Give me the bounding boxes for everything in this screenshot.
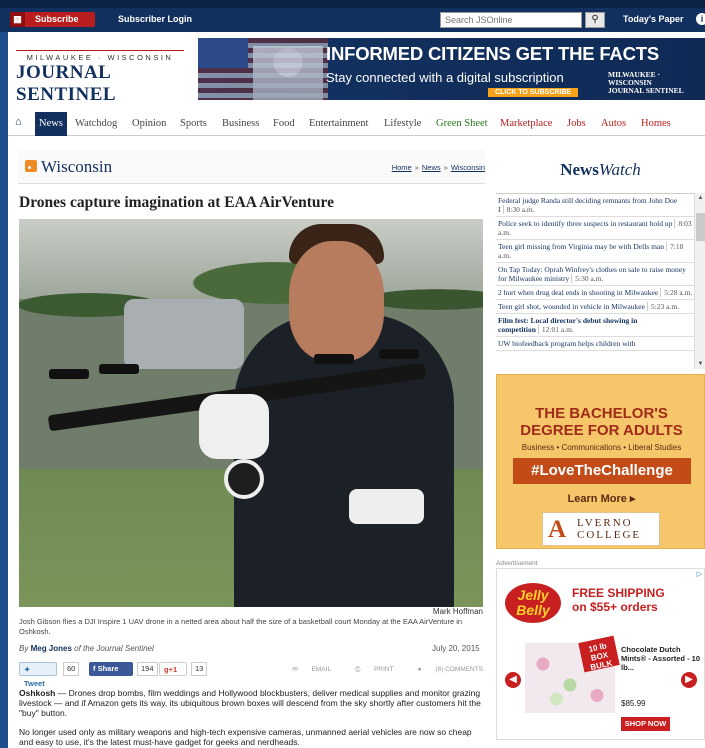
- newswatch-item[interactable]: Federal judge Randa still deciding remna…: [496, 194, 694, 217]
- scroll-thumb[interactable]: [696, 213, 705, 241]
- advertisement-label: Advertisement: [496, 560, 538, 567]
- newswatch-item[interactable]: Teen girl missing from Virginia may be w…: [496, 240, 694, 263]
- nav-news[interactable]: News: [35, 112, 67, 136]
- nav-entertainment[interactable]: Entertainment: [309, 112, 368, 136]
- scroll-down-icon[interactable]: ▼: [695, 361, 705, 367]
- learn-more-link[interactable]: Learn More ▸: [497, 492, 705, 505]
- alverno-logo: A LVERNO COLLEGE: [542, 512, 660, 546]
- carousel-prev-icon[interactable]: ◀: [505, 672, 521, 688]
- search-button[interactable]: ⚲: [585, 12, 605, 28]
- article-date: July 20, 2015: [432, 644, 480, 653]
- article-paragraph: No longer used only as military weapons …: [19, 727, 472, 747]
- nav-autos[interactable]: Autos: [601, 112, 626, 136]
- home-icon[interactable]: ⌂: [15, 116, 22, 128]
- shop-now-button[interactable]: SHOP NOW: [621, 717, 670, 731]
- newswatch-item[interactable]: 2 hurt when drug deal ends in shooting i…: [496, 286, 694, 300]
- todays-paper-link[interactable]: Today's Paper: [623, 14, 684, 24]
- nav-green-sheet[interactable]: Green Sheet: [436, 112, 488, 136]
- email-link[interactable]: ✉ EMAIL: [280, 666, 331, 673]
- article-paragraph: Oshkosh — Drones drop bombs, film weddin…: [19, 688, 481, 718]
- article-photo[interactable]: [19, 219, 483, 607]
- article-headline: Drones capture imagination at EAA AirVen…: [19, 194, 335, 211]
- newswatch-item[interactable]: Film fest: Local director's debut showin…: [496, 314, 694, 337]
- banner-cta-button[interactable]: CLICK TO SUBSCRIBE: [488, 88, 579, 97]
- jelly-belly-ad[interactable]: ▷ Jelly Belly FREE SHIPPING on $55+ order…: [496, 568, 705, 740]
- facebook-share-button[interactable]: f Share: [89, 662, 133, 676]
- carousel-next-icon[interactable]: ▶: [681, 672, 697, 688]
- facebook-icon: f: [93, 664, 96, 673]
- share-bar: ✦ Tweet 60 f Share 194 g+1 13 ✉ EMAIL ⎙ P…: [19, 662, 483, 688]
- page-content: MILWAUKEE · WISCONSIN JOURNAL SENTINEL I…: [8, 32, 705, 748]
- nav-marketplace[interactable]: Marketplace: [500, 112, 552, 136]
- article-tools: ✉ EMAIL ⎙ PRINT ● (8) COMMENTS: [268, 665, 483, 674]
- subscriber-login-link[interactable]: Subscriber Login: [118, 14, 192, 24]
- breadcrumb-wisconsin[interactable]: Wisconsin: [451, 163, 485, 172]
- newswatch-item[interactable]: On Tap Today: Oprah Winfrey's clothes on…: [496, 263, 694, 286]
- comment-icon: ●: [417, 666, 422, 673]
- site-logo[interactable]: MILWAUKEE · WISCONSIN JOURNAL SENTINEL: [16, 50, 196, 106]
- email-icon: ✉: [292, 666, 298, 673]
- nav-watchdog[interactable]: Watchdog: [75, 112, 117, 136]
- breadcrumb: Home» News» Wisconsin: [391, 163, 485, 172]
- calendar-icon: ▦: [10, 12, 25, 27]
- breadcrumb-home[interactable]: Home: [392, 163, 412, 172]
- section-title: Wisconsin: [41, 157, 113, 176]
- subscription-banner-ad[interactable]: INFORMED CITIZENS GET THE FACTS Stay con…: [198, 38, 705, 100]
- product-price: $85.99: [621, 699, 646, 708]
- nav-jobs[interactable]: Jobs: [567, 112, 586, 136]
- facebook-count: 194: [137, 662, 158, 676]
- search-icon: ⚲: [591, 14, 599, 25]
- newswatch-item[interactable]: UW biofeedback program helps children wi…: [496, 337, 694, 351]
- nav-food[interactable]: Food: [273, 112, 295, 136]
- capitol-graphic: [253, 46, 323, 100]
- main-nav: ⌂ News Watchdog Opinion Sports Business …: [8, 112, 705, 136]
- tweet-count: 60: [63, 662, 80, 676]
- nav-opinion[interactable]: Opinion: [132, 112, 166, 136]
- banner-mini-logo: MILWAUKEE · WISCONSIN JOURNAL SENTINEL: [608, 70, 684, 95]
- nav-homes[interactable]: Homes: [641, 112, 671, 136]
- product-name: Chocolate Dutch Mints® - Assorted - 10 l…: [621, 645, 701, 672]
- newswatch-scrollbar[interactable]: ▲ ▼: [694, 193, 705, 369]
- gplus-count: 13: [191, 662, 208, 676]
- search-input[interactable]: [440, 12, 582, 28]
- photo-credit: Mark Hoffman: [432, 607, 483, 616]
- author-link[interactable]: Meg Jones: [31, 644, 72, 653]
- byline: By Meg Jones of the Journal Sentinel: [19, 644, 154, 653]
- photo-caption: Josh Gibson flies a DJI Inspire 1 UAV dr…: [19, 617, 463, 636]
- gplus-button[interactable]: g+1: [159, 662, 187, 676]
- subscribe-button[interactable]: ▦ Subscribe: [10, 12, 95, 27]
- nav-business[interactable]: Business: [222, 112, 259, 136]
- nav-lifestyle[interactable]: Lifestyle: [384, 112, 421, 136]
- info-icon[interactable]: i: [696, 13, 705, 25]
- newswatch-item[interactable]: Police seek to identify three suspects i…: [496, 217, 694, 240]
- print-icon: ⎙: [355, 666, 361, 673]
- newswatch-list: Federal judge Randa still deciding remna…: [496, 193, 694, 369]
- adchoices-icon[interactable]: ▷: [697, 570, 702, 578]
- nav-sports[interactable]: Sports: [180, 112, 207, 136]
- jelly-belly-logo: Jelly Belly: [505, 583, 561, 623]
- print-link[interactable]: ⎙ PRINT: [343, 666, 394, 673]
- scroll-up-icon[interactable]: ▲: [695, 195, 705, 201]
- twitter-icon: ✦: [24, 665, 31, 674]
- tweet-button[interactable]: ✦ Tweet: [19, 662, 57, 688]
- top-bar: ▦Subscribe Subscriber Login ⚲ Today's Pa…: [0, 0, 705, 32]
- rss-icon[interactable]: [25, 160, 37, 172]
- section-header: Wisconsin Home» News» Wisconsin: [18, 150, 485, 184]
- newswatch-item[interactable]: Teen girl shot, wounded in vehicle in Mi…: [496, 300, 694, 314]
- comments-link[interactable]: ● (8) COMMENTS: [406, 666, 483, 673]
- alverno-ad[interactable]: THE BACHELOR'S DEGREE FOR ADULTS Business…: [496, 374, 705, 549]
- newswatch-title: NewsWatch: [560, 160, 641, 179]
- breadcrumb-news[interactable]: News: [422, 163, 441, 172]
